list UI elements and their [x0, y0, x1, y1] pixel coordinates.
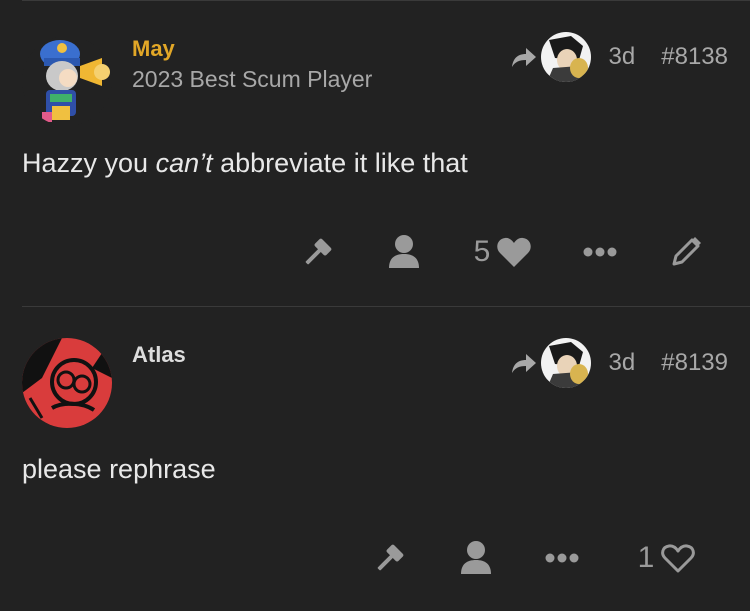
post-body: Hazzy you can’t abbreviate it like that: [22, 148, 468, 179]
post-actions: 1: [0, 538, 750, 578]
heart-icon: [497, 237, 532, 267]
reply-to-avatar[interactable]: [540, 338, 591, 388]
user-button[interactable]: [456, 538, 496, 578]
post-age[interactable]: 3d: [609, 43, 636, 71]
like-button[interactable]: 5: [462, 232, 544, 272]
post-8138: May 2023 Best Scum Player 3d #8138 Hazzy…: [0, 0, 750, 306]
post-number[interactable]: #8138: [661, 43, 728, 71]
reply-arrow-icon[interactable]: [511, 352, 537, 374]
body-text-emphasis: can’t: [155, 148, 213, 178]
reply-arrow-icon[interactable]: [511, 46, 537, 68]
user-title: 2023 Best Scum Player: [132, 66, 373, 92]
reply-to-avatar[interactable]: [540, 32, 591, 82]
post-8139: Atlas 3d #8139 please rephrase 1: [0, 306, 750, 611]
gavel-button[interactable]: [298, 232, 338, 272]
user-avatar-atlas[interactable]: [22, 338, 112, 428]
edit-icon: [672, 237, 701, 266]
username[interactable]: May: [132, 36, 175, 62]
post-number[interactable]: #8139: [661, 349, 728, 377]
red-character-avatar-icon: [22, 338, 112, 428]
username[interactable]: Atlas: [132, 342, 186, 368]
more-icon: [545, 553, 579, 563]
cartoon-megaphone-avatar-icon: [22, 36, 112, 126]
user-icon: [389, 235, 419, 268]
reply-avatar-image-icon: [540, 32, 591, 82]
user-icon: [461, 541, 491, 574]
post-body: please rephrase: [22, 454, 216, 484]
edit-button[interactable]: [666, 232, 706, 272]
more-button[interactable]: [580, 232, 620, 272]
more-icon: [583, 247, 617, 257]
gavel-button[interactable]: [370, 538, 410, 578]
more-button[interactable]: [542, 538, 582, 578]
like-count: 1: [637, 541, 655, 574]
gavel-icon: [377, 544, 404, 571]
post-meta: 3d #8139: [511, 338, 728, 388]
user-button[interactable]: [384, 232, 424, 272]
like-button[interactable]: 1: [626, 538, 708, 578]
heart-outline-icon: [661, 544, 696, 573]
body-text-start: Hazzy you: [22, 148, 156, 178]
reply-avatar-image-icon: [540, 338, 591, 388]
gavel-icon: [305, 238, 332, 265]
user-avatar-may[interactable]: [22, 36, 112, 126]
like-count: 5: [473, 235, 491, 268]
post-meta: 3d #8138: [511, 32, 728, 82]
post-actions: 5: [0, 232, 750, 272]
body-text-end: abbreviate it like that: [212, 148, 468, 178]
post-age[interactable]: 3d: [609, 349, 636, 377]
